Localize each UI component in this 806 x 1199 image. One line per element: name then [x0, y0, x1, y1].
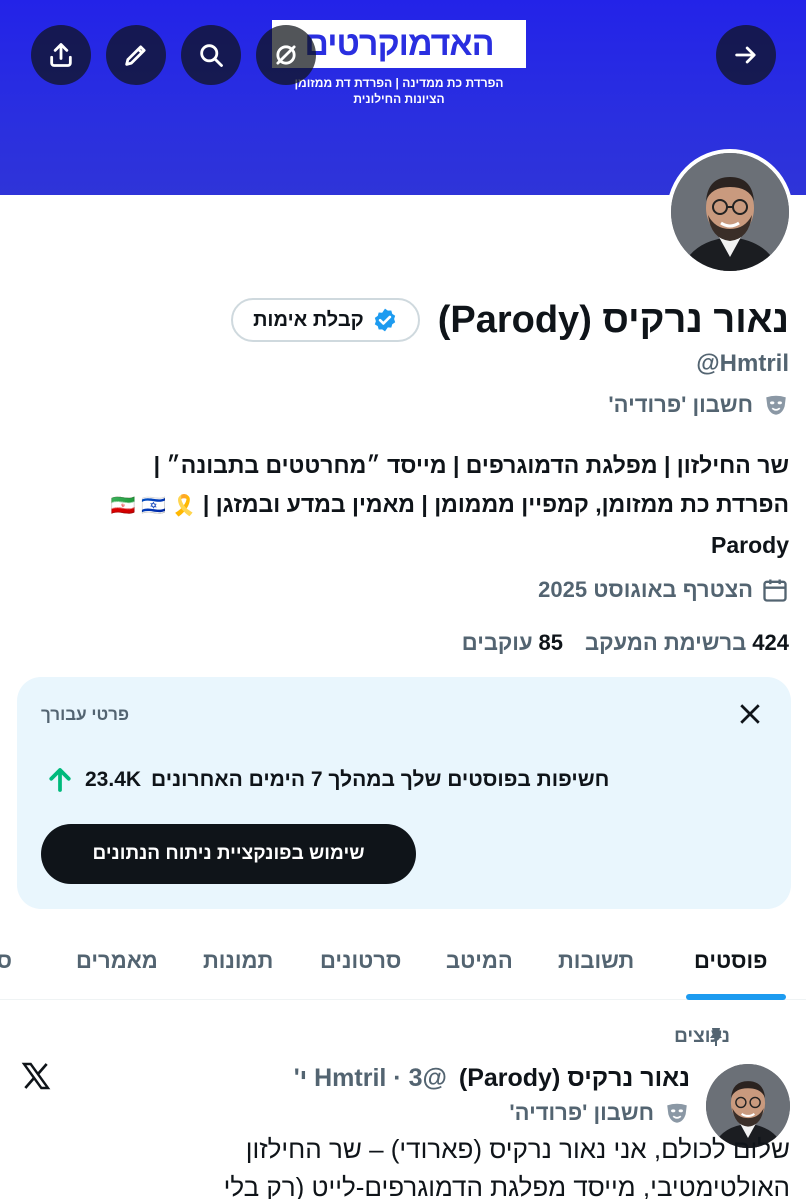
bio-line-1: שר החילזון | מפלגת הדמוגרפים | מייסד ״מח… [153, 452, 789, 478]
tweet-author-name[interactable]: נאור נרקיס (Parody) [459, 1064, 690, 1093]
followers-count: 85 [538, 630, 564, 655]
bio-line-3: Parody [711, 532, 789, 558]
get-verified-button[interactable]: קבלת אימות [231, 298, 420, 342]
tab-articles[interactable]: מאמרים [76, 930, 158, 1000]
edit-icon [125, 45, 146, 66]
bio-flags: 🎗️ 🇮🇷 🇮🇱 [110, 495, 197, 517]
analytics-card: פרטי עבורך חשיפות בפוסטים שלך במהלך 7 הי… [17, 677, 791, 909]
grok-button[interactable] [256, 25, 316, 85]
tweet-text-line-2: האולטימטיבי, מייסד מפלגת הדמוגרפים-לייט … [223, 1172, 790, 1199]
arrow-up-icon [49, 768, 71, 792]
forward-button[interactable] [716, 25, 776, 85]
tab-more[interactable]: סי [0, 930, 12, 1000]
banner-tagline-2: הציונות החילונית [353, 92, 445, 106]
analytics-cta-button[interactable]: שימוש בפונקציית ניתוח הנתונים [41, 824, 416, 884]
analytics-card-title: פרטי עבורך [41, 705, 130, 724]
profile-tabs: פוסטים תשובות המיטב סרטונים תמונות מאמרי… [0, 930, 806, 1000]
close-card-button[interactable] [735, 699, 765, 729]
banner-tagline-1: הפרדת כת ממדינה | הפרדת דת ממזומן [294, 76, 504, 90]
share-button[interactable] [31, 25, 91, 85]
tweet-parody-row: חשבון 'פרודיה' [509, 1100, 690, 1126]
tab-videos[interactable]: סרטונים [320, 930, 401, 1000]
tweet-parody-label: חשבון 'פרודיה' [509, 1100, 654, 1125]
follow-stats: 424 ברשימת המעקב 85 עוקבים [462, 630, 789, 656]
profile-avatar[interactable] [667, 149, 793, 275]
name-row: נאור נרקיס (Parody) קבלת אימות [231, 296, 789, 344]
following-link[interactable]: 424 ברשימת המעקב [585, 630, 789, 656]
edit-button[interactable] [106, 25, 166, 85]
verified-badge-icon [374, 308, 395, 332]
tab-highlights[interactable]: המיטב [446, 930, 513, 1000]
close-icon [740, 704, 760, 724]
active-tab-indicator [686, 994, 786, 1000]
impressions-text: חשיפות בפוסטים שלך במהלך 7 הימים האחרוני… [151, 768, 610, 791]
calendar-icon [763, 579, 787, 602]
avatar-photo [671, 153, 789, 271]
mask-icon [766, 395, 786, 415]
parody-label: חשבון 'פרודיה' [608, 392, 753, 417]
impressions-stat: חשיפות בפוסטים שלך במהלך 7 הימים האחרוני… [45, 765, 609, 795]
followers-label: עוקבים [461, 630, 533, 655]
search-icon [200, 44, 223, 67]
x-logo-icon[interactable] [20, 1060, 52, 1092]
tab-replies[interactable]: תשובות [558, 930, 634, 1000]
impressions-value: 23.4K [85, 768, 142, 791]
parody-label-row: חשבון 'פרודיה' [608, 392, 789, 418]
tweet-handle-time[interactable]: @Hmtril · 3 י' [294, 1064, 447, 1093]
following-label: ברשימת המעקב [585, 630, 747, 655]
profile-bio: שר החילזון | מפלגת הדמוגרפים | מייסד ״מח… [9, 446, 789, 565]
search-button[interactable] [181, 25, 241, 85]
mask-icon [667, 1103, 687, 1123]
tweet-text: שלום לכולם, אני נאור נרקיס (פארודי) – שר… [10, 1130, 790, 1199]
bio-line-2-text: הפרדת כת ממזומן, קמפיין מממומן | מאמין ב… [202, 491, 789, 517]
following-count: 424 [752, 630, 789, 655]
grok-icon [276, 45, 296, 65]
tab-posts[interactable]: פוסטים [694, 930, 768, 1000]
profile-handle: @Hmtril [696, 350, 789, 377]
joined-date: הצטרף באוגוסט 2025 [538, 577, 753, 602]
followers-link[interactable]: 85 עוקבים [462, 630, 563, 656]
tweet-header: נאור נרקיס (Parody) @Hmtril · 3 י' [294, 1060, 690, 1096]
pinned-label: נעוצים [674, 1026, 730, 1047]
share-icon [50, 43, 72, 67]
joined-date-row: הצטרף באוגוסט 2025 [538, 576, 789, 604]
tweet-text-line-1: שלום לכולם, אני נאור נרקיס (פארודי) – שר… [245, 1134, 790, 1164]
arrow-forward-icon [735, 46, 756, 64]
tab-photos[interactable]: תמונות [203, 930, 273, 1000]
pinned-label-row: נעוצים [674, 1026, 730, 1048]
bio-line-2: הפרדת כת ממזומן, קמפיין מממומן | מאמין ב… [9, 485, 789, 526]
profile-display-name: נאור נרקיס (Parody) [437, 298, 789, 341]
get-verified-label: קבלת אימות [253, 308, 364, 331]
